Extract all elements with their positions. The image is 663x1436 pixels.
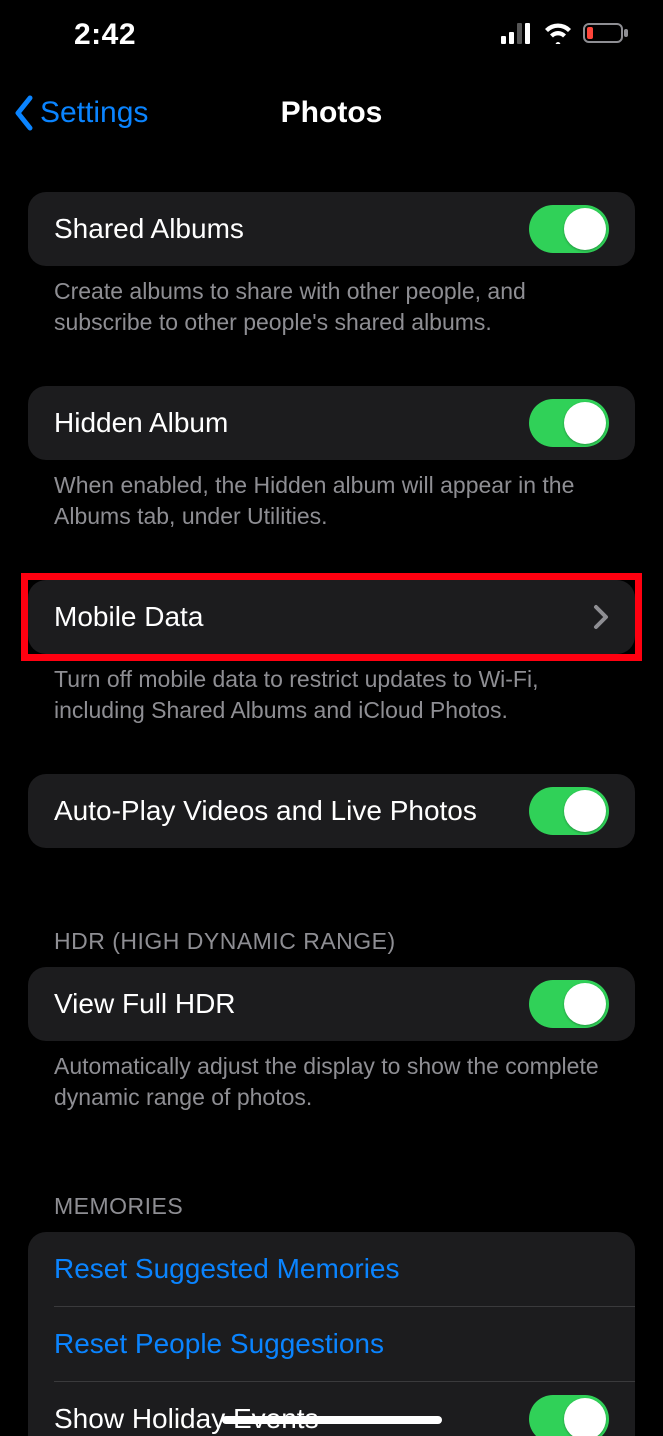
content: Shared Albums Create albums to share wit…	[0, 156, 663, 1436]
status-bar: 2:42	[0, 0, 663, 70]
view-hdr-footer: Automatically adjust the display to show…	[28, 1041, 635, 1113]
back-button[interactable]: Settings	[12, 95, 148, 131]
mobile-data-row[interactable]: Mobile Data	[28, 580, 635, 654]
nav-bar: Settings Photos	[0, 70, 663, 156]
autoplay-label: Auto-Play Videos and Live Photos	[54, 795, 477, 827]
page-title: Photos	[281, 96, 383, 130]
back-label: Settings	[40, 96, 148, 130]
home-indicator[interactable]	[222, 1416, 442, 1424]
hidden-album-row[interactable]: Hidden Album	[28, 386, 635, 460]
mobile-data-highlight: Mobile Data	[21, 573, 642, 661]
chevron-right-icon	[593, 604, 609, 630]
wifi-icon	[543, 22, 573, 49]
memories-group: Reset Suggested Memories Reset People Su…	[28, 1232, 635, 1436]
mobile-data-footer: Turn off mobile data to restrict updates…	[28, 654, 635, 726]
shared-albums-toggle[interactable]	[529, 205, 609, 253]
reset-people-suggestions-label: Reset People Suggestions	[54, 1328, 384, 1360]
hidden-album-footer: When enabled, the Hidden album will appe…	[28, 460, 635, 532]
autoplay-toggle[interactable]	[529, 787, 609, 835]
shared-albums-footer: Create albums to share with other people…	[28, 266, 635, 338]
hidden-album-label: Hidden Album	[54, 407, 228, 439]
battery-low-icon	[583, 22, 629, 49]
cellular-icon	[501, 22, 533, 49]
hidden-album-toggle[interactable]	[529, 399, 609, 447]
reset-suggested-memories-label: Reset Suggested Memories	[54, 1253, 400, 1285]
shared-albums-label: Shared Albums	[54, 213, 244, 245]
reset-people-suggestions-row[interactable]: Reset People Suggestions	[28, 1307, 635, 1381]
status-time: 2:42	[74, 18, 136, 52]
mobile-data-label: Mobile Data	[54, 601, 203, 633]
view-hdr-toggle[interactable]	[529, 980, 609, 1028]
reset-suggested-memories-row[interactable]: Reset Suggested Memories	[28, 1232, 635, 1306]
hdr-section-header: HDR (HIGH DYNAMIC RANGE)	[28, 928, 635, 967]
status-icons	[501, 22, 629, 49]
shared-albums-row[interactable]: Shared Albums	[28, 192, 635, 266]
show-holiday-events-toggle[interactable]	[529, 1395, 609, 1436]
chevron-left-icon	[12, 95, 36, 131]
memories-section-header: MEMORIES	[28, 1193, 635, 1232]
show-holiday-events-row[interactable]: Show Holiday Events	[28, 1382, 635, 1436]
autoplay-row[interactable]: Auto-Play Videos and Live Photos	[28, 774, 635, 848]
view-hdr-label: View Full HDR	[54, 988, 236, 1020]
view-hdr-row[interactable]: View Full HDR	[28, 967, 635, 1041]
